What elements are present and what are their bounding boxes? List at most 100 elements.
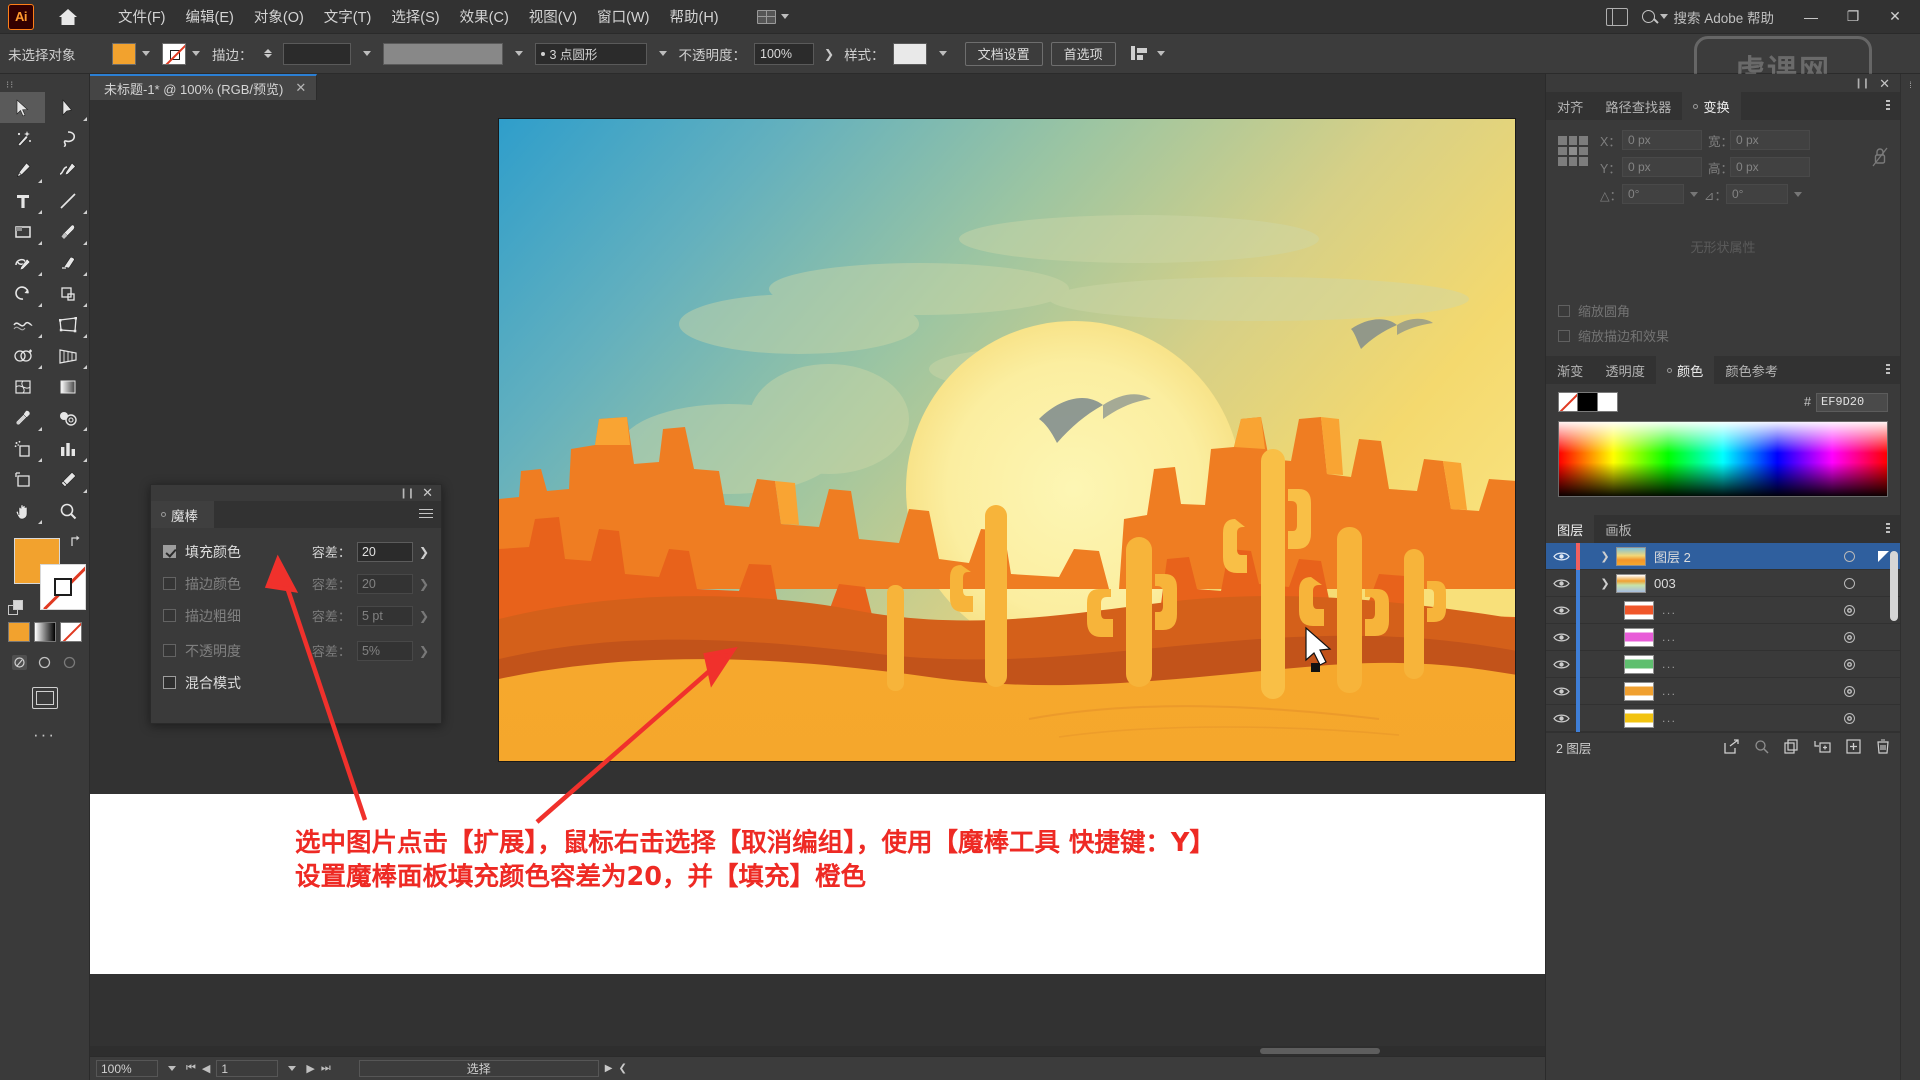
layer-name[interactable]: ... <box>1662 630 1832 644</box>
restore-button[interactable]: ❐ <box>1832 2 1874 32</box>
type-tool[interactable] <box>0 185 45 216</box>
color-spectrum[interactable] <box>1558 421 1888 497</box>
symbol-sprayer-tool[interactable] <box>0 433 45 464</box>
collect-in-new-layer-icon[interactable] <box>1784 738 1799 757</box>
scale-strokes-effects-row[interactable]: 缩放描边和效果 <box>1546 323 1900 348</box>
artboard-nav-prev[interactable]: ◀ <box>202 1062 210 1075</box>
target-indicator[interactable] <box>1832 685 1866 697</box>
menu-help[interactable]: 帮助(H) <box>659 2 728 31</box>
release-icon[interactable] <box>1724 738 1739 757</box>
tab-color[interactable]: 颜色 <box>1655 356 1715 384</box>
canvas-horizontal-scrollbar[interactable] <box>90 1046 1545 1056</box>
scale-corners-row[interactable]: 缩放圆角 <box>1546 298 1900 323</box>
hand-tool[interactable] <box>0 495 45 526</box>
table-row[interactable]: ... <box>1546 596 1900 624</box>
draw-inside-icon[interactable] <box>61 654 78 671</box>
rectangle-tool[interactable] <box>0 216 45 247</box>
table-row[interactable]: ... <box>1546 677 1900 705</box>
document-setup-button[interactable]: 文档设置 <box>964 41 1043 66</box>
menu-file[interactable]: 文件(F) <box>108 2 176 31</box>
document-tab[interactable]: 未标题-1* @ 100% (RGB/预览) ✕ <box>90 74 318 100</box>
dock-collapse-rail[interactable]: ⁞ <box>1900 74 1920 1080</box>
mesh-tool[interactable] <box>0 371 45 402</box>
gradient-fill-button[interactable] <box>33 622 56 642</box>
tab-align[interactable]: 对齐 <box>1546 92 1595 120</box>
visibility-toggle-icon[interactable] <box>1546 551 1576 562</box>
artboard[interactable] <box>498 118 1516 762</box>
toolbar-more-button[interactable]: ··· <box>0 725 89 745</box>
expand-arrow-icon[interactable]: ❯ <box>1594 550 1616 563</box>
delete-layer-icon[interactable] <box>1876 738 1890 757</box>
zoom-tool[interactable] <box>45 495 90 526</box>
opacity-field[interactable]: 100% <box>754 42 814 65</box>
color-fill-button[interactable] <box>7 622 30 642</box>
magicwand-row-blending-mode[interactable]: 混合模式 <box>163 669 429 696</box>
align-control[interactable] <box>1130 45 1169 62</box>
visibility-toggle-icon[interactable] <box>1546 578 1576 589</box>
width-tool[interactable] <box>0 309 45 340</box>
magic-wand-tool[interactable] <box>0 123 45 154</box>
menu-view[interactable]: 视图(V) <box>519 2 587 31</box>
new-sublayer-icon[interactable] <box>1814 739 1831 757</box>
layer-name[interactable]: ... <box>1662 684 1832 698</box>
opacity-checkbox[interactable] <box>163 644 176 657</box>
layer-name[interactable]: 003 <box>1654 576 1832 591</box>
column-graph-tool[interactable] <box>45 433 90 464</box>
toolbar-drag-handle[interactable]: ⁝⁝ <box>0 78 89 92</box>
search-help-box[interactable]: 搜索 Adobe 帮助 <box>1642 7 1774 27</box>
close-button[interactable]: ✕ <box>1874 2 1916 32</box>
stroke-weight-field[interactable] <box>282 42 351 65</box>
chevron-down-icon[interactable] <box>168 1066 176 1071</box>
stroke-color-checkbox[interactable] <box>163 577 176 590</box>
graphic-style-swatch[interactable] <box>892 42 927 65</box>
draw-normal-icon[interactable] <box>11 654 28 671</box>
chevron-down-icon[interactable] <box>1794 191 1802 197</box>
rotate-input[interactable]: 0° <box>1622 184 1684 204</box>
panel-menu-icon[interactable] <box>1886 523 1900 535</box>
none-swatch[interactable] <box>1558 392 1578 412</box>
scale-tool[interactable] <box>45 278 90 309</box>
panel-menu-icon[interactable] <box>419 508 433 521</box>
chevron-down-icon[interactable] <box>362 51 371 56</box>
menu-effect[interactable]: 效果(C) <box>450 2 519 31</box>
magicwand-row-opacity[interactable]: 不透明度 容差： 5% ❯ <box>163 637 429 664</box>
eraser-tool[interactable] <box>45 247 90 278</box>
panel-menu-icon[interactable] <box>1886 100 1900 112</box>
slice-tool[interactable] <box>45 464 90 495</box>
menu-object[interactable]: 对象(O) <box>244 2 314 31</box>
white-swatch[interactable] <box>1598 392 1618 412</box>
free-transform-tool[interactable] <box>45 309 90 340</box>
stroke-color-swatch[interactable] <box>40 564 86 610</box>
visibility-toggle-icon[interactable] <box>1546 713 1576 724</box>
chevron-down-icon[interactable] <box>142 51 150 56</box>
pen-tool[interactable] <box>0 154 45 185</box>
artboard-tool[interactable] <box>0 464 45 495</box>
shape-builder-tool[interactable] <box>0 340 45 371</box>
h-input[interactable]: 0 px <box>1730 157 1810 177</box>
layer-name[interactable]: 图层 2 <box>1654 547 1832 566</box>
selection-tool[interactable] <box>0 92 45 123</box>
scale-corners-checkbox[interactable] <box>1558 304 1570 317</box>
artboard-nav-first[interactable]: ⏮ <box>186 1062 196 1075</box>
w-input[interactable]: 0 px <box>1730 130 1810 150</box>
y-input[interactable]: 0 px <box>1622 157 1702 177</box>
target-indicator[interactable] <box>1832 577 1866 589</box>
artboard-nav-last[interactable]: ⏭ <box>321 1062 331 1075</box>
panel-menu-icon[interactable] <box>1886 364 1900 376</box>
draw-behind-icon[interactable] <box>36 654 53 671</box>
constrain-proportions-icon[interactable] <box>1872 146 1888 173</box>
direct-selection-tool[interactable] <box>45 92 90 123</box>
layer-name[interactable]: ... <box>1662 711 1832 725</box>
home-icon[interactable] <box>56 5 80 29</box>
blend-tool[interactable] <box>45 402 90 433</box>
menu-select[interactable]: 选择(S) <box>381 2 449 31</box>
workspace-switcher[interactable] <box>751 7 795 27</box>
tab-color-guide[interactable]: 颜色参考 <box>1714 356 1790 384</box>
table-row[interactable]: ... <box>1546 650 1900 678</box>
chevron-down-icon[interactable] <box>288 1066 297 1071</box>
locate-object-icon[interactable] <box>1754 739 1769 757</box>
reference-point-selector[interactable] <box>1558 136 1588 166</box>
layers-scrollbar[interactable] <box>1890 551 1898 621</box>
close-icon[interactable]: ✕ <box>295 80 306 96</box>
magicwand-row-stroke-weight[interactable]: 描边粗细 容差： 5 pt ❯ <box>163 602 429 629</box>
